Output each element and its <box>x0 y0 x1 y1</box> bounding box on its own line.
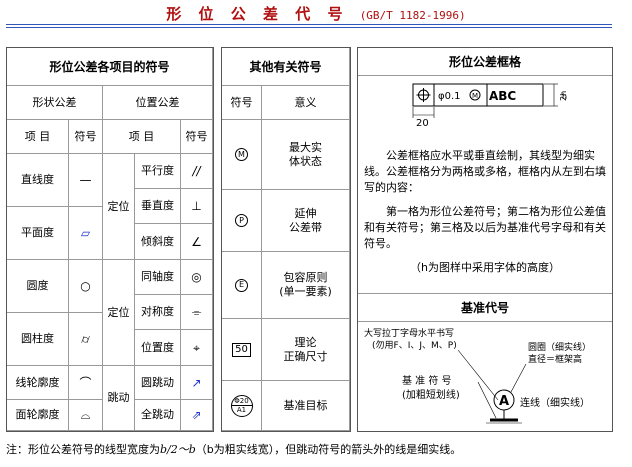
meaning-line-1: 延伸 <box>294 206 317 220</box>
datum-header: 基准代号 <box>358 294 612 322</box>
meaning-line-1: 包容原则 <box>283 271 328 284</box>
datum-target-bottom: A1 <box>236 406 247 414</box>
tolerance-frame-header: 形位公差框格 <box>358 48 612 76</box>
perpendicularity-symbol: ⊥ <box>181 189 213 224</box>
datum-sym-note-2: (加粗短划线) <box>402 388 460 401</box>
frame-height-h: h <box>562 92 567 101</box>
datum-note-1: 大写拉丁字母水平书写 <box>364 327 454 339</box>
other-symbols-header: 其他有关符号 <box>222 48 350 86</box>
meaning-line-2: (单一要素) <box>279 285 332 298</box>
page-title: 形 位 公 差 代 号 (GB/T 1182-1996) <box>0 3 632 24</box>
total-runout-symbol: ⇗ <box>181 400 213 431</box>
flatness-symbol: ▱ <box>69 207 103 260</box>
col-symbol2-header: 符号 <box>181 120 213 154</box>
form-item-name: 面轮廓度 <box>7 400 69 431</box>
col-item-header: 项 目 <box>7 120 69 154</box>
title-main: 形 位 公 差 代 号 <box>166 5 349 23</box>
projected-meaning: 延伸 公差带 <box>262 190 350 252</box>
position-item-name: 平行度 <box>135 154 181 189</box>
envelope-symbol-cell: E <box>222 252 262 319</box>
position-item-name: 位置度 <box>135 330 181 366</box>
concentricity-symbol: ◎ <box>181 260 213 295</box>
straightness-symbol: — <box>69 154 103 207</box>
title-rule-bottom <box>6 27 612 28</box>
basic-dim-meaning: 理论 正确尺寸 <box>262 319 350 381</box>
datum-target-icon: Φ20 A1 <box>230 394 253 417</box>
group-position-tolerance: 位置公差 <box>103 86 213 120</box>
angularity-symbol: ∠ <box>181 224 213 260</box>
basic-dim-symbol-cell: 50 <box>222 319 262 381</box>
position-symbol: ⌖ <box>181 330 213 366</box>
footnote-expr: b/2～b <box>160 443 196 456</box>
frame-dim: 20 <box>416 118 429 129</box>
runout-group-label: 跳动 <box>103 366 135 431</box>
datum-target-meaning: 基准目标 <box>262 381 350 431</box>
tolerance-frame-panel: 形位公差框格 φ0.1 M ABC 20 2h h 公差框格应水平或垂直绘制，其… <box>357 47 613 432</box>
meaning-line-1: 理论 <box>294 335 317 349</box>
svg-text:M: M <box>472 92 478 100</box>
form-item-name: 圆柱度 <box>7 313 69 366</box>
position-item-name: 垂直度 <box>135 189 181 224</box>
position-item-name: 对称度 <box>135 295 181 330</box>
meaning-line-2: 体状态 <box>289 154 322 168</box>
symmetry-symbol: ⌯ <box>181 295 213 330</box>
tolerance-frame-diagram: φ0.1 M ABC 20 2h h <box>412 83 568 129</box>
surface-profile-symbol: ⌓ <box>69 400 103 431</box>
datum-target-top: Φ20 <box>234 397 249 405</box>
orientation-group-label: 定位 <box>103 154 135 260</box>
footnote-pre: 注：形位公差符号的线型宽度为 <box>6 443 160 456</box>
roundness-symbol: ○ <box>69 260 103 313</box>
title-rule-top <box>6 24 612 25</box>
frame-datums: ABC <box>489 89 516 103</box>
position-item-name: 圆跳动 <box>135 366 181 400</box>
position-item-name: 全跳动 <box>135 400 181 431</box>
mmc-meaning: 最大实 体状态 <box>262 120 350 190</box>
other-symbols-panel: 其他有关符号 符号 意义 M 最大实 体状态 P 延伸 公差带 E 包容原则 (… <box>221 47 351 432</box>
datum-sym-note-1: 基 准 符 号 <box>402 374 452 387</box>
footnote-rest: （b为粗实线宽），但跳动符号的箭头外的线是细实线。 <box>195 443 462 456</box>
form-item-name: 平面度 <box>7 207 69 260</box>
datum-circle-note-1: 圆圈（细实线） <box>528 341 591 353</box>
frame-paragraph-3: （h为图样中采用字体的高度） <box>410 261 560 274</box>
envelope-meaning: 包容原则 (单一要素) <box>262 252 350 319</box>
datum-circle-note-2: 直径＝框架高 <box>528 353 582 365</box>
datum-letter: A <box>499 394 509 409</box>
meaning-line-1: 最大实 <box>289 140 322 154</box>
col-symbol-header: 符号 <box>222 86 262 120</box>
projected-symbol-cell: P <box>222 190 262 252</box>
location-group-label: 定位 <box>103 260 135 366</box>
title-standard: (GB/T 1182-1996) <box>359 9 466 22</box>
form-item-name: 圆度 <box>7 260 69 313</box>
meaning-line-2: 公差带 <box>289 220 322 234</box>
col-item2-header: 项 目 <box>103 120 181 154</box>
group-form-tolerance: 形状公差 <box>7 86 103 120</box>
position-item-name: 同轴度 <box>135 260 181 295</box>
frame-value: φ0.1 <box>438 91 461 102</box>
symbols-table-header: 形位公差各项目的符号 <box>7 48 213 86</box>
datum-diagram: 大写拉丁字母水平书写 (勿用F、I、J、M、P) 圆圈（细实线） 直径＝框架高 … <box>364 327 591 424</box>
mmc-icon: M <box>235 148 248 161</box>
col-symbol-header: 符号 <box>69 120 103 154</box>
col-meaning-header: 意义 <box>262 86 350 120</box>
symbols-table-panel: 形位公差各项目的符号 形状公差 位置公差 项 目 符号 项 目 符号 直线度 —… <box>6 47 214 432</box>
form-item-name: 直线度 <box>7 154 69 207</box>
position-item-name: 倾斜度 <box>135 224 181 260</box>
frame-paragraph-1: 公差框格应水平或垂直绘制，其线型为细实线。公差框格分为两格或多格，框格内从左到右… <box>364 149 606 194</box>
line-profile-symbol: ⌒ <box>69 366 103 400</box>
datum-target-symbol-cell: Φ20 A1 <box>222 381 262 431</box>
datum-line-note: 连线（细实线） <box>520 396 590 409</box>
cylindricity-symbol: ⌭ <box>69 313 103 366</box>
envelope-icon: E <box>235 278 248 292</box>
circular-runout-symbol: ↗ <box>181 366 213 400</box>
projected-zone-icon: P <box>235 214 248 227</box>
form-item-name: 线轮廓度 <box>7 366 69 400</box>
basic-dimension-icon: 50 <box>232 342 251 357</box>
datum-note-2: (勿用F、I、J、M、P) <box>372 339 457 351</box>
frame-paragraph-2: 第一格为形位公差符号；第二格为形位公差值和有关符号；第三格及以后为基准代号字母和… <box>364 205 606 250</box>
footnote: 注：形位公差符号的线型宽度为b/2～b（b为粗实线宽），但跳动符号的箭头外的线是… <box>6 441 461 457</box>
meaning-line-2: 正确尺寸 <box>283 349 328 363</box>
mmc-symbol-cell: M <box>222 120 262 190</box>
parallelism-symbol: // <box>181 154 213 189</box>
